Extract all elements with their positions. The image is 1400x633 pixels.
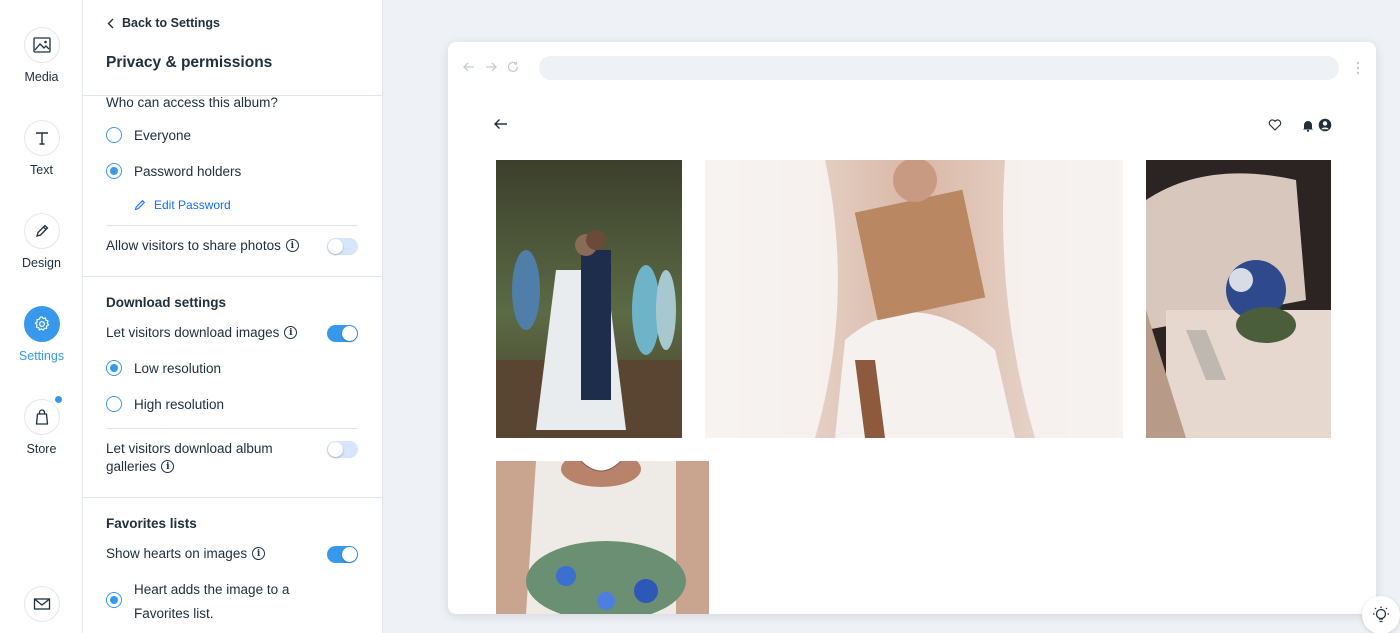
rail-label: Text [30, 163, 53, 177]
radio-button[interactable] [106, 592, 122, 608]
gallery-photo-bride-reading[interactable] [705, 160, 1123, 438]
text-icon [23, 120, 60, 156]
rail-item-design[interactable]: Design [0, 213, 83, 270]
share-photos-label: Allow visitors to share photos i [106, 238, 299, 253]
radio-everyone[interactable]: Everyone [106, 127, 191, 143]
heart-option-label-line2: Favorites list. [134, 606, 214, 621]
site-preview-browser [448, 42, 1376, 614]
download-galleries-label-line1: Let visitors download album [106, 441, 273, 456]
share-photos-text: Allow visitors to share photos [106, 238, 281, 253]
download-galleries-toggle[interactable] [327, 441, 358, 458]
rail-label: Settings [18, 349, 65, 363]
pen-icon [23, 213, 60, 249]
heart-option-label-line1: Heart adds the image to a [134, 582, 290, 597]
rail-item-media[interactable]: Media [0, 27, 83, 84]
rail-item-settings[interactable]: Settings [0, 306, 83, 363]
favorites-heading: Favorites lists [106, 516, 197, 531]
gallery-photo-sofa-bouquet[interactable] [1146, 160, 1331, 438]
notification-dot [54, 396, 62, 403]
rail-item-store[interactable]: Store [0, 396, 83, 456]
access-question: Who can access this album? [106, 95, 278, 110]
image-icon [23, 27, 60, 63]
refresh-icon[interactable] [506, 60, 520, 74]
show-hearts-toggle[interactable] [327, 546, 358, 563]
divider [83, 497, 382, 498]
radio-button[interactable] [106, 360, 122, 376]
radio-low-resolution[interactable]: Low resolution [106, 360, 221, 376]
download-images-toggle[interactable] [327, 325, 358, 342]
radio-label: Password holders [134, 163, 242, 179]
browser-nav [462, 60, 520, 74]
back-label: Back to Settings [122, 16, 220, 30]
radio-password-holders[interactable]: Password holders [106, 163, 241, 179]
info-icon[interactable]: i [252, 547, 266, 560]
rail-label: Store [26, 442, 57, 456]
rail-item-text[interactable]: Text [0, 120, 83, 177]
radio-label: High resolution [134, 396, 225, 412]
arrow-right-icon[interactable] [484, 60, 498, 74]
show-hearts-text: Show hearts on images [106, 546, 248, 561]
edit-password-link[interactable]: Edit Password [134, 198, 231, 212]
download-images-label: Let visitors download images i [106, 325, 298, 340]
show-hearts-label: Show hearts on images i [106, 546, 266, 561]
mail-icon [23, 586, 60, 622]
panel-title: Privacy & permissions [106, 54, 273, 71]
share-photos-toggle[interactable] [327, 238, 358, 255]
back-to-settings-link[interactable]: Back to Settings [107, 16, 220, 30]
album-header-icons [1268, 118, 1332, 132]
radio-high-resolution[interactable]: High resolution [106, 396, 224, 412]
info-icon[interactable]: i [285, 239, 299, 252]
rail-item-mail[interactable] [0, 586, 83, 622]
gear-icon [23, 306, 60, 342]
radio-heart-favorites[interactable] [106, 592, 134, 608]
gallery-photo-bride-bouquet[interactable] [496, 461, 709, 614]
more-icon[interactable] [1356, 61, 1360, 75]
album-back-arrow-icon[interactable] [494, 118, 508, 130]
bag-icon [23, 396, 62, 435]
heart-icon[interactable] [1268, 119, 1282, 131]
rail-label: Design [22, 256, 61, 270]
info-icon[interactable]: i [161, 460, 175, 473]
info-icon[interactable]: i [284, 326, 298, 339]
divider [83, 276, 382, 277]
radio-button[interactable] [106, 396, 122, 412]
divider [106, 428, 358, 429]
settings-panel: Back to Settings Privacy & permissions W… [83, 0, 383, 633]
lightbulb-icon[interactable] [1362, 596, 1400, 633]
radio-label: Everyone [134, 127, 192, 143]
radio-button[interactable] [106, 163, 122, 179]
left-rail: Media Text Design Settings Store [0, 0, 83, 633]
account-icon[interactable] [1318, 118, 1332, 132]
download-settings-heading: Download settings [106, 295, 227, 310]
download-galleries-text: galleries [106, 459, 157, 474]
arrow-left-icon[interactable] [462, 60, 476, 74]
rail-label: Media [24, 70, 59, 84]
edit-password-label: Edit Password [154, 198, 231, 212]
download-images-text: Let visitors download images [106, 325, 280, 340]
radio-label: Low resolution [134, 360, 222, 376]
gallery-photo-wedding-couple[interactable] [496, 160, 682, 438]
divider [106, 225, 358, 226]
bell-icon[interactable] [1302, 119, 1314, 132]
url-bar[interactable] [539, 56, 1339, 80]
radio-button[interactable] [106, 127, 122, 143]
chevron-left-icon [107, 18, 114, 28]
pencil-icon [134, 199, 146, 211]
download-galleries-label-line2: galleries i [106, 459, 175, 474]
